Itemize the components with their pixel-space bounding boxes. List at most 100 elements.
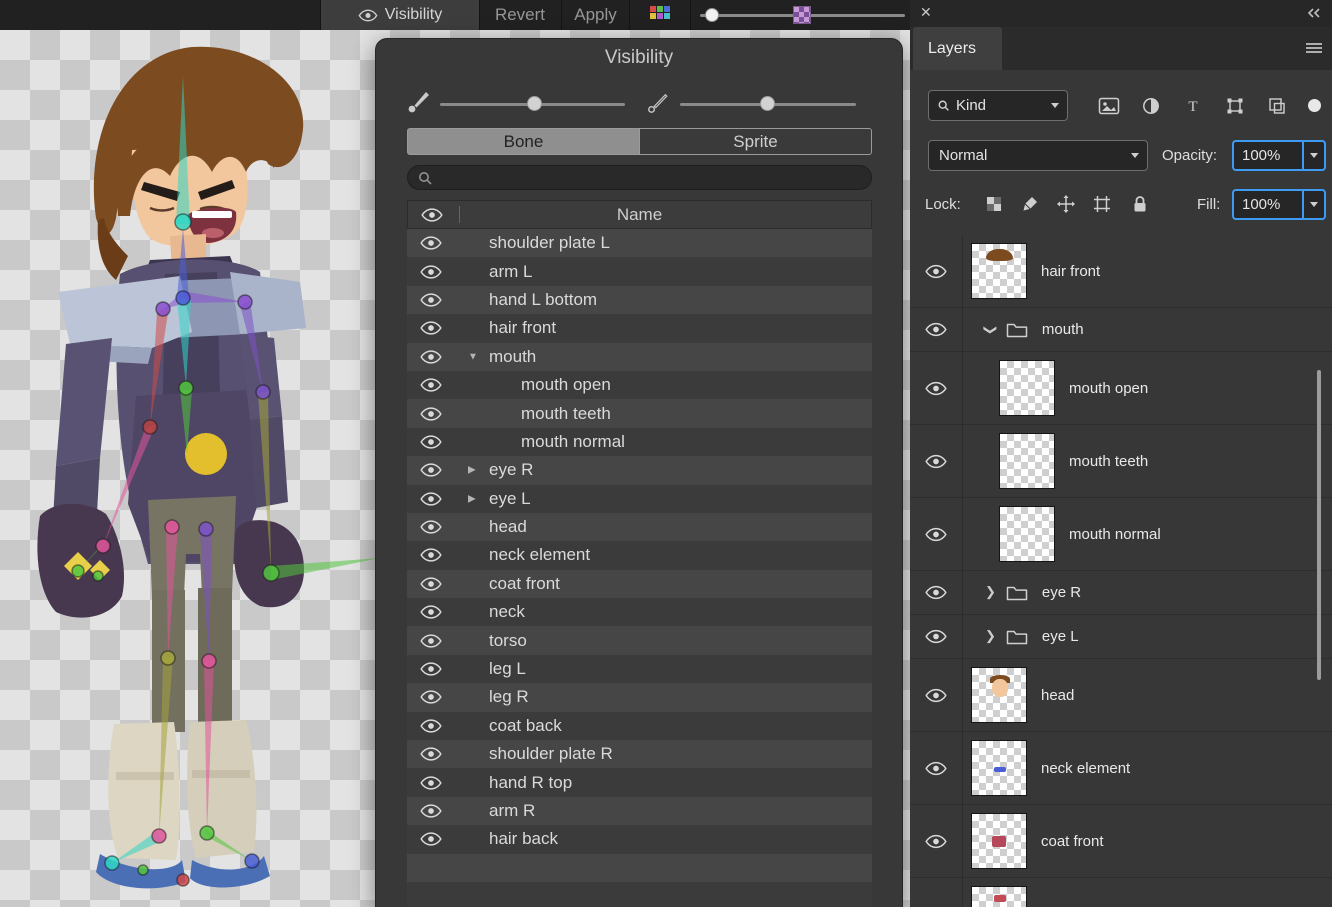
fill-input[interactable]: 100% — [1232, 189, 1326, 220]
visibility-eye-icon[interactable] — [420, 605, 442, 620]
visibility-row[interactable]: hand R top — [407, 768, 872, 796]
visibility-eye-icon[interactable] — [420, 491, 442, 506]
group-expander-icon[interactable]: ❯ — [982, 324, 998, 335]
filter-pixel-layers-button[interactable] — [1092, 90, 1126, 121]
visibility-row[interactable]: ▼mouth — [407, 343, 872, 371]
layer-eye-icon[interactable] — [910, 571, 963, 614]
visibility-row[interactable]: hand L bottom — [407, 286, 872, 314]
sprite-transparency-swatch[interactable] — [793, 6, 811, 24]
layer-thumbnail[interactable] — [971, 813, 1027, 869]
visibility-eye-icon[interactable] — [420, 747, 442, 762]
visibility-row[interactable]: neck element — [407, 541, 872, 569]
filter-smart-object-button[interactable] — [1260, 90, 1294, 121]
visibility-eye-icon[interactable] — [420, 321, 442, 336]
visibility-eye-icon[interactable] — [420, 832, 442, 847]
filter-type-layers-button[interactable]: T — [1176, 90, 1210, 121]
visibility-eye-icon[interactable] — [420, 292, 442, 307]
layer-row[interactable] — [910, 878, 1332, 907]
visibility-toggle-button[interactable]: Visibility — [320, 0, 480, 30]
visibility-row[interactable]: coat front — [407, 570, 872, 598]
bone-opacity-slider-knob[interactable] — [760, 96, 775, 111]
layer-eye-icon[interactable] — [910, 732, 963, 804]
collapse-panel-icon[interactable] — [1306, 8, 1322, 18]
bone-color-button[interactable] — [630, 0, 691, 30]
visibility-row[interactable]: neck — [407, 598, 872, 626]
visibility-eye-icon[interactable] — [420, 236, 442, 251]
visibility-eye-icon[interactable] — [420, 463, 442, 478]
layer-row[interactable]: hair front — [910, 235, 1332, 308]
visibility-eye-icon[interactable] — [420, 690, 442, 705]
visibility-row[interactable]: leg L — [407, 655, 872, 683]
expander-closed-icon[interactable]: ▶ — [468, 465, 476, 476]
visibility-row[interactable]: mouth teeth — [407, 399, 872, 427]
lock-image-pixels-button[interactable] — [1016, 190, 1044, 218]
close-icon[interactable]: ✕ — [920, 4, 932, 21]
panel-menu-icon[interactable] — [1305, 42, 1323, 54]
layer-eye-icon[interactable] — [910, 805, 963, 877]
layer-thumbnail[interactable] — [971, 243, 1027, 299]
visibility-row[interactable]: coat back — [407, 712, 872, 740]
visibility-eye-icon[interactable] — [420, 434, 442, 449]
visibility-row[interactable]: mouth open — [407, 371, 872, 399]
expander-open-icon[interactable]: ▼ — [468, 351, 478, 362]
visibility-row[interactable]: leg R — [407, 683, 872, 711]
layer-eye-icon[interactable] — [910, 498, 963, 570]
visibility-row[interactable]: torso — [407, 626, 872, 654]
visibility-row[interactable]: ▶eye R — [407, 456, 872, 484]
bone-size-slider-knob[interactable] — [527, 96, 542, 111]
layer-row[interactable]: mouth teeth — [910, 425, 1332, 498]
visibility-eye-icon[interactable] — [420, 520, 442, 535]
layer-thumbnail[interactable] — [999, 360, 1055, 416]
visibility-eye-icon[interactable] — [420, 548, 442, 563]
layer-eye-icon[interactable] — [910, 235, 963, 307]
filter-adjustment-layers-button[interactable] — [1134, 90, 1168, 121]
visibility-row[interactable]: shoulder plate L — [407, 229, 872, 257]
visibility-eye-icon[interactable] — [420, 718, 442, 733]
layer-eye-icon[interactable] — [910, 615, 963, 658]
visibility-row[interactable]: head — [407, 513, 872, 541]
layer-eye-icon[interactable] — [910, 659, 963, 731]
layer-eye-icon[interactable] — [910, 352, 963, 424]
visibility-eye-icon[interactable] — [420, 349, 442, 364]
layer-row[interactable]: ❯mouth — [910, 308, 1332, 352]
visibility-row[interactable]: ▶eye L — [407, 485, 872, 513]
visibility-row[interactable]: arm R — [407, 797, 872, 825]
layer-thumbnail[interactable] — [999, 506, 1055, 562]
layer-row[interactable]: head — [910, 659, 1332, 732]
visibility-eye-icon[interactable] — [420, 633, 442, 648]
search-input[interactable] — [436, 167, 860, 190]
visibility-eye-icon[interactable] — [420, 378, 442, 393]
layer-row[interactable]: neck element — [910, 732, 1332, 805]
toolbar-slider-knob[interactable] — [705, 8, 719, 22]
tab-bone[interactable]: Bone — [407, 128, 639, 155]
lock-transparent-pixels-button[interactable] — [980, 190, 1008, 218]
chevron-down-icon[interactable] — [1302, 142, 1324, 169]
lock-position-button[interactable] — [1052, 190, 1080, 218]
visibility-eye-icon[interactable] — [420, 662, 442, 677]
layer-eye-icon[interactable] — [910, 308, 963, 351]
visibility-eye-icon[interactable] — [420, 406, 442, 421]
blend-mode-dropdown[interactable]: Normal — [928, 140, 1148, 171]
kind-filter-dropdown[interactable]: Kind — [928, 90, 1068, 121]
visibility-eye-icon[interactable] — [420, 804, 442, 819]
layer-eye-icon[interactable] — [910, 878, 963, 907]
lock-artboard-button[interactable] — [1088, 190, 1116, 218]
visibility-eye-icon[interactable] — [420, 264, 442, 279]
visibility-row[interactable]: mouth normal — [407, 428, 872, 456]
layer-row[interactable]: mouth normal — [910, 498, 1332, 571]
filter-shape-layers-button[interactable] — [1218, 90, 1252, 121]
visibility-row[interactable]: shoulder plate R — [407, 740, 872, 768]
layer-thumbnail[interactable] — [971, 667, 1027, 723]
revert-button[interactable]: Revert — [479, 0, 562, 30]
visibility-row[interactable]: arm L — [407, 257, 872, 285]
layer-row[interactable]: coat front — [910, 805, 1332, 878]
tab-layers[interactable]: Layers — [913, 27, 1002, 70]
layer-thumbnail[interactable] — [971, 740, 1027, 796]
scrollbar-thumb[interactable] — [1317, 370, 1321, 680]
visibility-eye-icon[interactable] — [420, 576, 442, 591]
group-expander-icon[interactable]: ❯ — [985, 628, 996, 644]
visibility-eye-icon[interactable] — [420, 775, 442, 790]
layer-thumbnail[interactable] — [999, 433, 1055, 489]
expander-closed-icon[interactable]: ▶ — [468, 493, 476, 504]
layer-row[interactable]: mouth open — [910, 352, 1332, 425]
